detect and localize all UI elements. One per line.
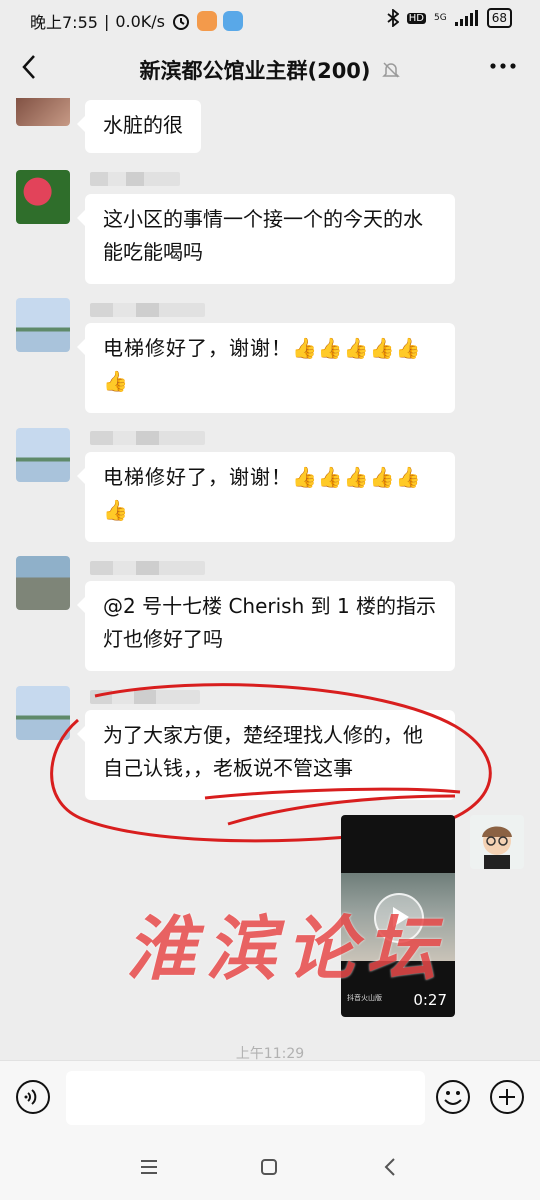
system-back-icon[interactable] bbox=[380, 1156, 402, 1178]
input-bar bbox=[0, 1060, 540, 1141]
network-type: 5G bbox=[434, 13, 447, 23]
status-bar: 晚上7:55 | 0.0K/s HD 5G 68 bbox=[0, 0, 540, 38]
status-left: 晚上7:55 | 0.0K/s bbox=[30, 9, 243, 33]
mute-bell-icon bbox=[381, 62, 400, 78]
message-bubble[interactable]: 这小区的事情一个接一个的今天的水能吃能喝吗 bbox=[77, 194, 455, 284]
status-right: HD 5G 68 bbox=[387, 8, 512, 28]
watermark: 淮滨论坛 bbox=[126, 907, 446, 990]
message-input[interactable] bbox=[66, 1071, 425, 1125]
avatar[interactable] bbox=[16, 556, 70, 610]
message-bubble[interactable]: 水脏的很 bbox=[77, 100, 201, 153]
sender-name bbox=[90, 561, 205, 575]
more-icon[interactable] bbox=[488, 54, 518, 78]
app-notification-icon bbox=[197, 11, 217, 31]
alarm-icon bbox=[173, 14, 189, 30]
avatar[interactable] bbox=[16, 428, 70, 482]
system-nav-bar bbox=[0, 1140, 540, 1200]
chat-header: 新滨都公馆业主群(200) bbox=[0, 38, 540, 98]
message-bubble[interactable]: @2 号十七楼 Cherish 到 1 楼的指示灯也修好了吗 bbox=[77, 581, 455, 671]
plus-icon[interactable] bbox=[489, 1079, 525, 1115]
chat-title: 新滨都公馆业主群(200) bbox=[139, 59, 371, 83]
cartoon-avatar-icon bbox=[482, 826, 512, 869]
sender-name bbox=[90, 172, 180, 186]
avatar[interactable] bbox=[16, 298, 70, 352]
hd-icon: HD bbox=[406, 12, 427, 24]
home-icon[interactable] bbox=[258, 1156, 280, 1178]
status-time: 晚上7:55 bbox=[30, 13, 98, 32]
video-source-mark: 抖音火山版 bbox=[347, 994, 382, 1002]
message-timestamp: 上午11:29 bbox=[235, 1046, 305, 1060]
avatar[interactable] bbox=[16, 170, 70, 224]
sender-name bbox=[90, 303, 205, 317]
recent-apps-icon[interactable] bbox=[138, 1156, 160, 1178]
voice-input-icon[interactable] bbox=[15, 1079, 51, 1115]
battery-icon: 68 bbox=[486, 8, 512, 28]
sender-name bbox=[90, 431, 205, 445]
status-net-speed: 0.0K/s bbox=[115, 11, 165, 31]
app-notification-icon-2 bbox=[223, 11, 243, 31]
emoji-icon[interactable] bbox=[435, 1079, 471, 1115]
message-bubble[interactable]: 电梯修好了，谢谢！👍👍👍👍👍👍 bbox=[77, 323, 455, 413]
message-text: @2 号十七楼 Cherish 到 1 楼的指示灯也修好了吗 bbox=[103, 594, 437, 651]
message-text: 电梯修好了，谢谢！👍👍👍👍👍👍 bbox=[103, 336, 422, 393]
message-text: 水脏的很 bbox=[103, 113, 183, 137]
avatar-self[interactable] bbox=[470, 815, 524, 869]
chat-area[interactable]: 水脏的很 这小区的事情一个接一个的今天的水能吃能喝吗 电梯修好了，谢谢！👍👍👍👍… bbox=[0, 98, 540, 1060]
message-text: 这小区的事情一个接一个的今天的水能吃能喝吗 bbox=[103, 207, 423, 264]
avatar[interactable] bbox=[16, 98, 70, 126]
message-text: 电梯修好了，谢谢！👍👍👍👍👍👍 bbox=[103, 465, 422, 522]
message-bubble[interactable]: 电梯修好了，谢谢！👍👍👍👍👍👍 bbox=[77, 452, 455, 542]
annotation-circle bbox=[50, 683, 492, 843]
signal-icon bbox=[454, 10, 478, 26]
bluetooth-icon bbox=[387, 9, 399, 27]
